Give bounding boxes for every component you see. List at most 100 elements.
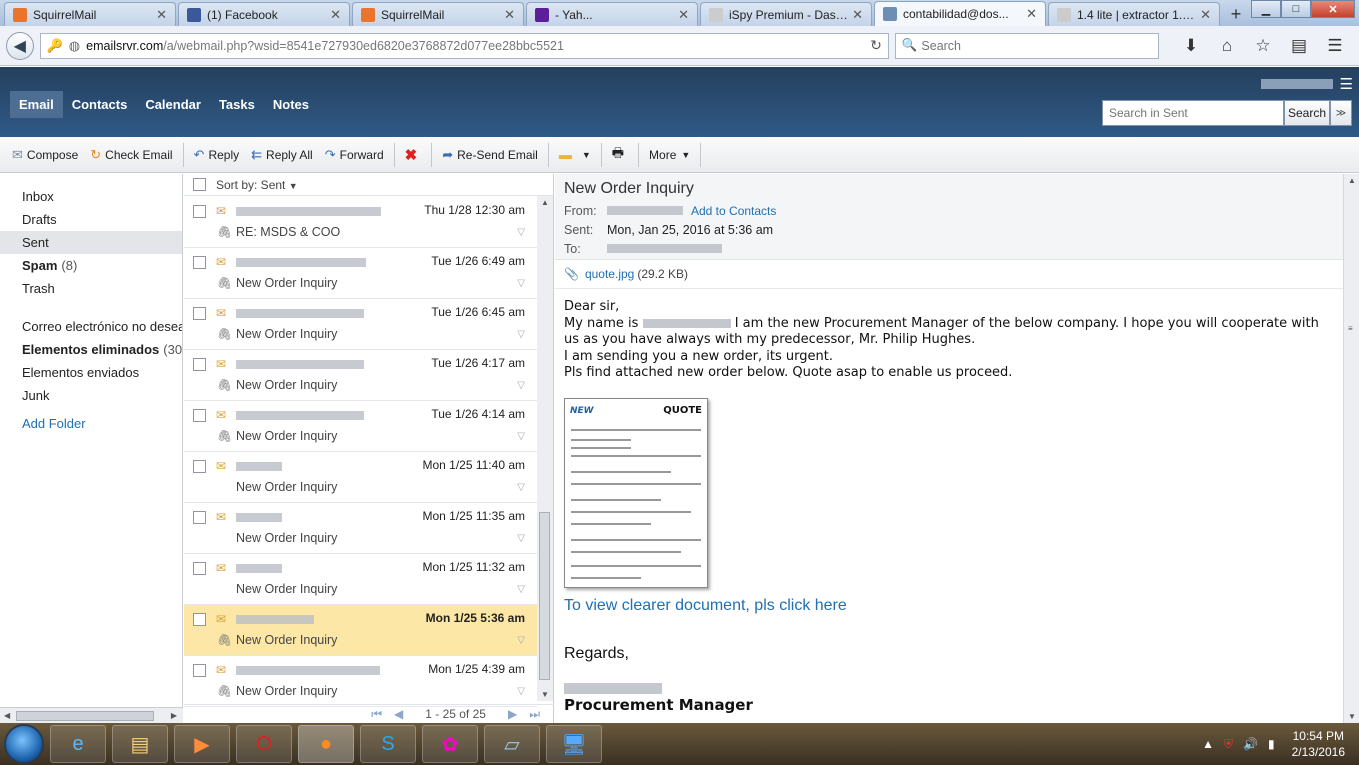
first-page-icon[interactable]: ⏮ [371,707,382,722]
show-hidden-icons-icon[interactable]: ▲ [1202,737,1214,751]
flag-icon[interactable]: ▽ [517,278,525,289]
browser-tab[interactable]: SquirrelMail ✕ [4,2,176,26]
minimize-button[interactable]: ▁ [1251,0,1281,18]
row-checkbox[interactable] [193,460,206,473]
message-row[interactable]: ✉ Thu 1/28 12:30 am 🖇 RE: MSDS & COO ▽ [184,197,537,248]
row-checkbox[interactable] [193,562,206,575]
scroll-up-icon[interactable]: ▲ [1348,176,1356,185]
flag-icon[interactable]: ▽ [517,482,525,493]
view-document-link[interactable]: To view clearer document, pls click here [564,597,1334,615]
bookmarks-list-icon[interactable]: ▤ [1281,36,1317,56]
next-page-icon[interactable]: ▶ [508,707,517,721]
close-icon[interactable]: ✕ [156,7,167,23]
add-folder-link[interactable]: Add Folder [0,412,182,435]
message-row[interactable]: ✉ Mon 1/25 11:32 am New Order Inquiry ▽ [184,554,537,605]
scroll-grip-icon[interactable]: ≡ [1348,324,1353,333]
close-icon[interactable]: ✕ [504,7,515,23]
skype-icon[interactable]: S [360,725,416,763]
network-app-icon[interactable]: 🖥 [546,725,602,763]
folder-item[interactable]: Inbox [0,185,182,208]
flag-icon[interactable]: ▽ [517,635,525,646]
window-close-button[interactable]: ✕ [1311,0,1355,18]
close-icon[interactable]: ✕ [330,7,341,23]
folder-item[interactable]: Correo electrónico no desead [0,315,182,338]
browser-search-bar[interactable]: 🔍 [894,32,1159,59]
forward-button[interactable]: ↷ Forward [319,142,390,168]
notepad-icon[interactable]: ▱ [484,725,540,763]
firefox-icon[interactable]: ● [298,725,354,763]
browser-search-input[interactable] [921,38,1142,53]
flag-icon[interactable]: ▽ [517,431,525,442]
url-bar[interactable]: 🔑 ◍ emailsrvr.com/a/webmail.php?wsid=854… [39,32,889,59]
row-checkbox[interactable] [193,256,206,269]
tab-contacts[interactable]: Contacts [63,91,137,118]
app-search-button[interactable]: Search [1284,100,1330,126]
scroll-down-icon[interactable]: ▼ [541,690,549,699]
close-icon[interactable]: ✕ [852,7,863,23]
attachment-link[interactable]: quote.jpg [585,267,634,281]
scroll-down-icon[interactable]: ▼ [1348,712,1356,721]
row-checkbox[interactable] [193,409,206,422]
security-icon[interactable]: ⛨ [1224,737,1233,752]
media-player-icon[interactable]: ▶ [174,725,230,763]
browser-tab[interactable]: SquirrelMail ✕ [352,2,524,26]
app-search-input[interactable] [1109,106,1277,120]
close-icon[interactable]: ✕ [678,7,689,23]
quote-image-thumbnail[interactable]: NEW QUOTE [564,397,708,588]
scroll-up-icon[interactable]: ▲ [541,198,549,207]
print-button[interactable]: 🖶 [606,142,634,168]
row-checkbox[interactable] [193,511,206,524]
maximize-button[interactable]: □ [1281,0,1311,18]
browser-tab[interactable]: (1) Facebook ✕ [178,2,350,26]
tab-notes[interactable]: Notes [264,91,318,118]
flag-icon[interactable]: ▽ [517,329,525,340]
back-button[interactable]: ◀ [6,31,34,60]
menu-icon[interactable]: ☰ [1317,36,1353,56]
message-row[interactable]: ✉ Mon 1/25 11:35 am New Order Inquiry ▽ [184,503,537,554]
message-row[interactable]: ✉ Mon 1/25 4:39 am 🖇 New Order Inquiry ▽ [184,656,537,707]
folder-item[interactable]: Trash [0,277,182,300]
compose-button[interactable]: ✉ Compose [6,142,84,168]
message-row[interactable]: ✉ Tue 1/26 6:49 am 🖇 New Order Inquiry ▽ [184,248,537,299]
folder-item[interactable]: Drafts [0,208,182,231]
close-icon[interactable]: ✕ [1026,6,1037,22]
reply-all-button[interactable]: ⇇ Reply All [245,142,319,168]
flag-icon[interactable]: ▽ [517,227,525,238]
row-checkbox[interactable] [193,307,206,320]
message-row[interactable]: ✉ Tue 1/26 6:45 am 🖇 New Order Inquiry ▽ [184,299,537,350]
row-checkbox[interactable] [193,613,206,626]
prev-page-icon[interactable]: ◀ [394,707,403,721]
tab-calendar[interactable]: Calendar [136,91,210,118]
scrollbar-thumb[interactable] [16,710,154,721]
folder-horizontal-scrollbar[interactable]: ◀ ▶ [0,707,183,723]
folder-item[interactable]: Elementos eliminados(30) [0,338,182,361]
bookmark-star-icon[interactable]: ☆ [1245,36,1281,56]
download-icon[interactable]: ⬇ [1173,36,1209,56]
message-row[interactable]: ✉ Mon 1/25 5:36 am 🖇 New Order Inquiry ▽ [184,605,537,656]
sort-dropdown[interactable]: Sort by: Sent ▼ [216,178,298,192]
reader-vertical-scrollbar[interactable]: ▲ ≡ ▼ [1343,174,1359,723]
row-checkbox[interactable] [193,358,206,371]
flag-icon[interactable]: ▽ [517,380,525,391]
tab-email[interactable]: Email [10,91,63,118]
search-options-icon[interactable]: ≫ [1330,100,1352,126]
folder-item[interactable]: Elementos enviados [0,361,182,384]
message-row[interactable]: ✉ Mon 1/25 11:40 am New Order Inquiry ▽ [184,452,537,503]
volume-icon[interactable]: 🔊 [1243,737,1258,751]
file-explorer-icon[interactable]: ▤ [112,725,168,763]
flag-icon[interactable]: ▽ [517,533,525,544]
ie-icon[interactable]: e [50,725,106,763]
flag-icon[interactable]: ▽ [517,584,525,595]
user-name-redacted[interactable] [1261,79,1333,89]
scrollbar-thumb[interactable] [539,512,550,680]
paint-icon[interactable]: ✿ [422,725,478,763]
tab-tasks[interactable]: Tasks [210,91,264,118]
add-to-contacts-link[interactable]: Add to Contacts [691,204,776,218]
clock[interactable]: 10:54 PM 2/13/2016 [1292,728,1345,760]
more-button[interactable]: More ▼ [643,142,696,168]
close-icon[interactable]: ✕ [1200,7,1211,23]
new-tab-button[interactable]: + [1222,2,1250,26]
home-icon[interactable]: ⌂ [1209,36,1245,56]
check-email-button[interactable]: ↻ Check Email [84,142,178,168]
app-menu-icon[interactable]: ☰ [1340,75,1353,93]
